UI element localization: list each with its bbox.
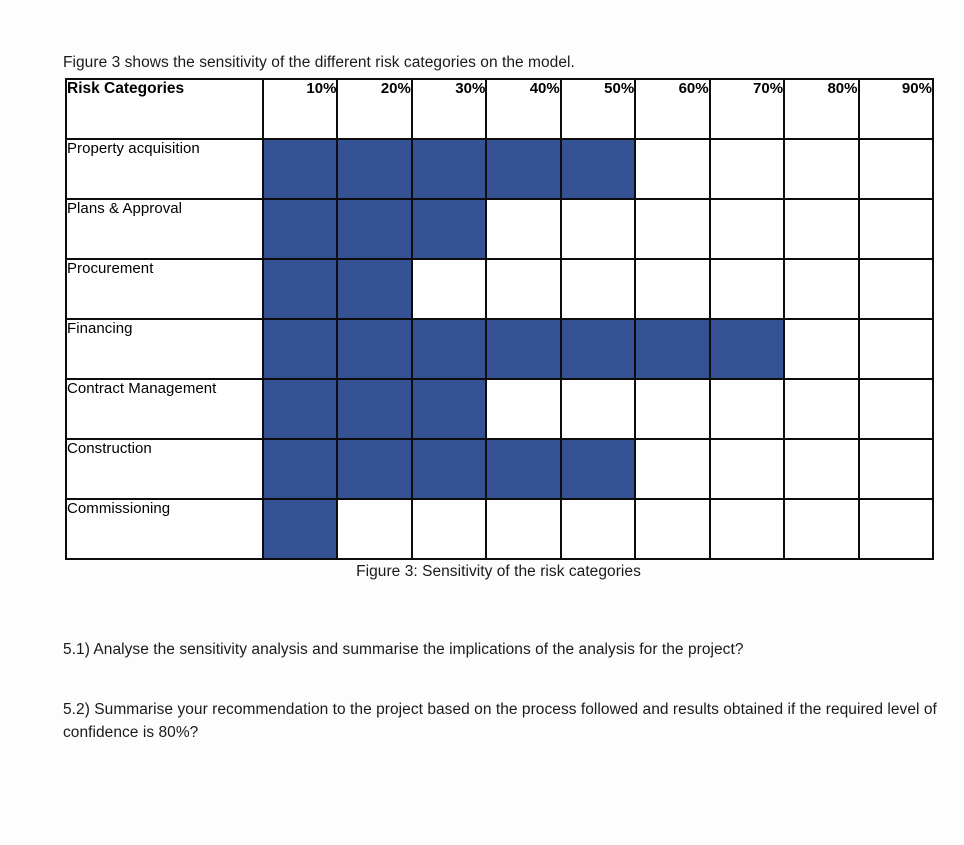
header-pct-90: 90%	[857, 78, 934, 140]
bar-cell-r7-c7	[708, 498, 786, 560]
header-pct-70: 70%	[708, 78, 786, 140]
bar-cell-r5-c9	[857, 378, 934, 440]
bar-cell-r4-c2	[336, 318, 413, 380]
header-pct-40: 40%	[485, 78, 562, 140]
bar-cell-r1-c5	[559, 138, 637, 200]
table-body: Property acquisition Plans & Approval Proc…	[65, 138, 934, 560]
bar-cell-r5-c6	[634, 378, 711, 440]
bar-cell-r1-c8	[783, 138, 860, 200]
table-row: Contract Management	[65, 378, 934, 440]
intro-paragraph: Figure 3 shows the sensitivity of the di…	[63, 53, 575, 71]
bar-cell-r1-c9	[857, 138, 934, 200]
bar-cell-r7-c6	[634, 498, 711, 560]
bar-cell-r4-c8	[783, 318, 860, 380]
row-label-7: Commissioning	[65, 498, 264, 560]
table-row: Construction	[65, 438, 934, 500]
bar-cell-r4-c1	[261, 318, 339, 380]
table-row: Plans & Approval	[65, 198, 934, 260]
row-label-1: Property acquisition	[65, 138, 264, 200]
bar-cell-r1-c2	[336, 138, 413, 200]
table-row: Procurement	[65, 258, 934, 320]
bar-cell-r2-c5	[559, 198, 637, 260]
bar-cell-r4-c9	[857, 318, 934, 380]
bar-cell-r2-c1	[261, 198, 339, 260]
bar-cell-r3-c9	[857, 258, 934, 320]
bar-cell-r7-c1	[261, 498, 339, 560]
question-5-1: 5.1) Analyse the sensitivity analysis an…	[63, 640, 744, 658]
bar-cell-r2-c4	[485, 198, 562, 260]
bar-cell-r3-c8	[783, 258, 860, 320]
bar-cell-r2-c3	[410, 198, 488, 260]
header-pct-30: 30%	[410, 78, 488, 140]
bar-cell-r1-c7	[708, 138, 786, 200]
bar-cell-r2-c7	[708, 198, 786, 260]
bar-cell-r5-c5	[559, 378, 637, 440]
bar-cell-r1-c6	[634, 138, 711, 200]
bar-cell-r7-c8	[783, 498, 860, 560]
row-label-5: Contract Management	[65, 378, 264, 440]
bar-cell-r1-c3	[410, 138, 488, 200]
header-pct-20: 20%	[336, 78, 413, 140]
row-label-4: Financing	[65, 318, 264, 380]
row-label-6: Construction	[65, 438, 264, 500]
bar-cell-r6-c9	[857, 438, 934, 500]
bar-cell-r3-c5	[559, 258, 637, 320]
bar-cell-r6-c3	[410, 438, 488, 500]
bar-cell-r5-c7	[708, 378, 786, 440]
bar-cell-r3-c2	[336, 258, 413, 320]
bar-cell-r2-c8	[783, 198, 860, 260]
question-5-2: 5.2) Summarise your recommendation to th…	[63, 700, 937, 741]
table-row: Property acquisition	[65, 138, 934, 200]
figure-caption: Figure 3: Sensitivity of the risk catego…	[356, 563, 641, 580]
row-label-3: Procurement	[65, 258, 264, 320]
header-pct-10: 10%	[261, 78, 339, 140]
bar-cell-r5-c8	[783, 378, 860, 440]
table-header-row: Risk Categories 10% 20% 30% 40% 50% 60% …	[65, 78, 934, 140]
bar-cell-r4-c5	[559, 318, 637, 380]
bar-cell-r4-c6	[634, 318, 711, 380]
bar-cell-r1-c4	[485, 138, 562, 200]
bar-cell-r5-c2	[336, 378, 413, 440]
bar-cell-r6-c6	[634, 438, 711, 500]
bar-cell-r5-c3	[410, 378, 488, 440]
bar-cell-r6-c2	[336, 438, 413, 500]
bar-cell-r3-c3	[410, 258, 488, 320]
bar-cell-r6-c7	[708, 438, 786, 500]
bar-cell-r2-c6	[634, 198, 711, 260]
table-row: Financing	[65, 318, 934, 380]
sensitivity-table: Risk Categories 10% 20% 30% 40% 50% 60% …	[65, 78, 934, 560]
bar-cell-r7-c9	[857, 498, 934, 560]
bar-cell-r4-c4	[485, 318, 562, 380]
header-pct-60: 60%	[634, 78, 711, 140]
bar-cell-r7-c3	[410, 498, 488, 560]
bar-cell-r1-c1	[261, 138, 339, 200]
row-label-2: Plans & Approval	[65, 198, 264, 260]
bar-cell-r5-c4	[485, 378, 562, 440]
bar-cell-r7-c2	[336, 498, 413, 560]
header-pct-50: 50%	[559, 78, 637, 140]
document-page: Figure 3 shows the sensitivity of the di…	[0, 0, 964, 845]
bar-cell-r6-c1	[261, 438, 339, 500]
bar-cell-r7-c4	[485, 498, 562, 560]
bar-cell-r4-c7	[708, 318, 786, 380]
bar-cell-r3-c7	[708, 258, 786, 320]
bar-cell-r3-c6	[634, 258, 711, 320]
bar-cell-r2-c9	[857, 198, 934, 260]
bar-cell-r6-c5	[559, 438, 637, 500]
sensitivity-figure: Risk Categories 10% 20% 30% 40% 50% 60% …	[65, 78, 934, 560]
bar-cell-r2-c2	[336, 198, 413, 260]
bar-cell-r3-c4	[485, 258, 562, 320]
bar-cell-r4-c3	[410, 318, 488, 380]
header-pct-80: 80%	[783, 78, 860, 140]
bar-cell-r5-c1	[261, 378, 339, 440]
header-risk-categories: Risk Categories	[65, 78, 264, 140]
table-row: Commissioning	[65, 498, 934, 560]
bar-cell-r7-c5	[559, 498, 637, 560]
bar-cell-r3-c1	[261, 258, 339, 320]
bar-cell-r6-c8	[783, 438, 860, 500]
bar-cell-r6-c4	[485, 438, 562, 500]
